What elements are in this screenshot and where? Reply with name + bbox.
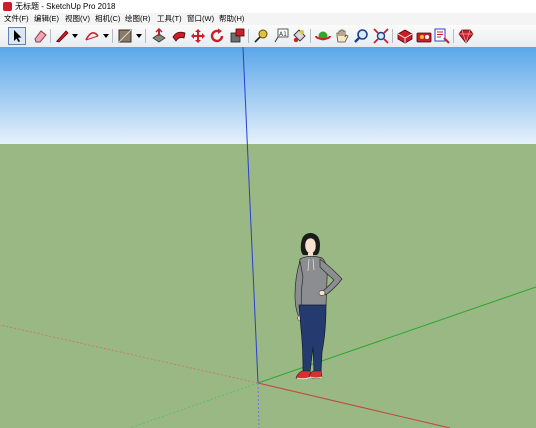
toolbar-separator	[248, 29, 249, 43]
figure-face	[304, 237, 317, 255]
arc-tool-icon[interactable]	[84, 28, 100, 44]
offset-tool-icon[interactable]	[229, 28, 245, 44]
menu-window[interactable]: 窗口(W)	[187, 13, 214, 25]
toolbar-separator	[50, 29, 51, 43]
modeling-viewport[interactable]	[0, 47, 536, 428]
ruby-extension-icon[interactable]	[458, 28, 474, 44]
toolbar-separator	[112, 29, 113, 43]
eraser-tool-icon[interactable]	[32, 28, 48, 44]
main-toolbar: A1	[0, 25, 536, 48]
zoom-extents-tool-icon[interactable]	[373, 28, 389, 44]
svg-text:A1: A1	[279, 31, 287, 38]
menu-view[interactable]: 视图(V)	[65, 13, 90, 25]
rectangle-shape-tool-icon[interactable]	[117, 28, 133, 44]
extension-warehouse-icon[interactable]	[416, 28, 432, 44]
sketchup-logo-icon	[3, 2, 12, 11]
figure-hand	[318, 290, 326, 296]
paint-bucket-tool-icon[interactable]	[291, 28, 307, 44]
toolbar-separator	[310, 29, 311, 43]
menu-draw[interactable]: 绘图(R)	[125, 13, 150, 25]
rotate-tool-icon[interactable]	[209, 28, 225, 44]
toolbar-separator	[453, 29, 454, 43]
menu-bar: 文件(F) 编辑(E) 视图(V) 相机(C) 绘图(R) 工具(T) 窗口(W…	[0, 13, 536, 25]
menu-edit[interactable]: 编辑(E)	[34, 13, 59, 25]
push-pull-tool-icon[interactable]	[151, 28, 167, 44]
menu-camera[interactable]: 相机(C)	[95, 13, 120, 25]
text-tool-icon[interactable]: A1	[273, 28, 289, 44]
layout-send-icon[interactable]	[434, 28, 450, 44]
scene-canvas[interactable]	[0, 47, 536, 428]
orbit-tool-icon[interactable]	[315, 28, 331, 44]
menu-file[interactable]: 文件(F)	[4, 13, 29, 25]
pencil-dropdown-arrow[interactable]	[72, 34, 78, 38]
follow-me-tool-icon[interactable]	[171, 28, 187, 44]
window-title: 无标题 - SketchUp Pro 2018	[15, 2, 116, 11]
toolbar-separator	[392, 29, 393, 43]
arc-dropdown-arrow[interactable]	[103, 34, 109, 38]
zoom-tool-icon[interactable]	[353, 28, 369, 44]
3d-warehouse-icon[interactable]	[397, 28, 413, 44]
shape-dropdown-arrow[interactable]	[136, 34, 142, 38]
sky	[0, 47, 536, 144]
move-tool-icon[interactable]	[190, 28, 206, 44]
pencil-line-tool-icon[interactable]	[54, 28, 70, 44]
pan-tool-icon[interactable]	[334, 28, 350, 44]
toolbar-separator	[145, 29, 146, 43]
title-bar: 无标题 - SketchUp Pro 2018	[0, 0, 536, 13]
tape-measure-tool-icon[interactable]	[253, 28, 269, 44]
menu-help[interactable]: 帮助(H)	[219, 13, 244, 25]
menu-tools[interactable]: 工具(T)	[157, 13, 182, 25]
select-tool-icon[interactable]	[8, 27, 26, 45]
